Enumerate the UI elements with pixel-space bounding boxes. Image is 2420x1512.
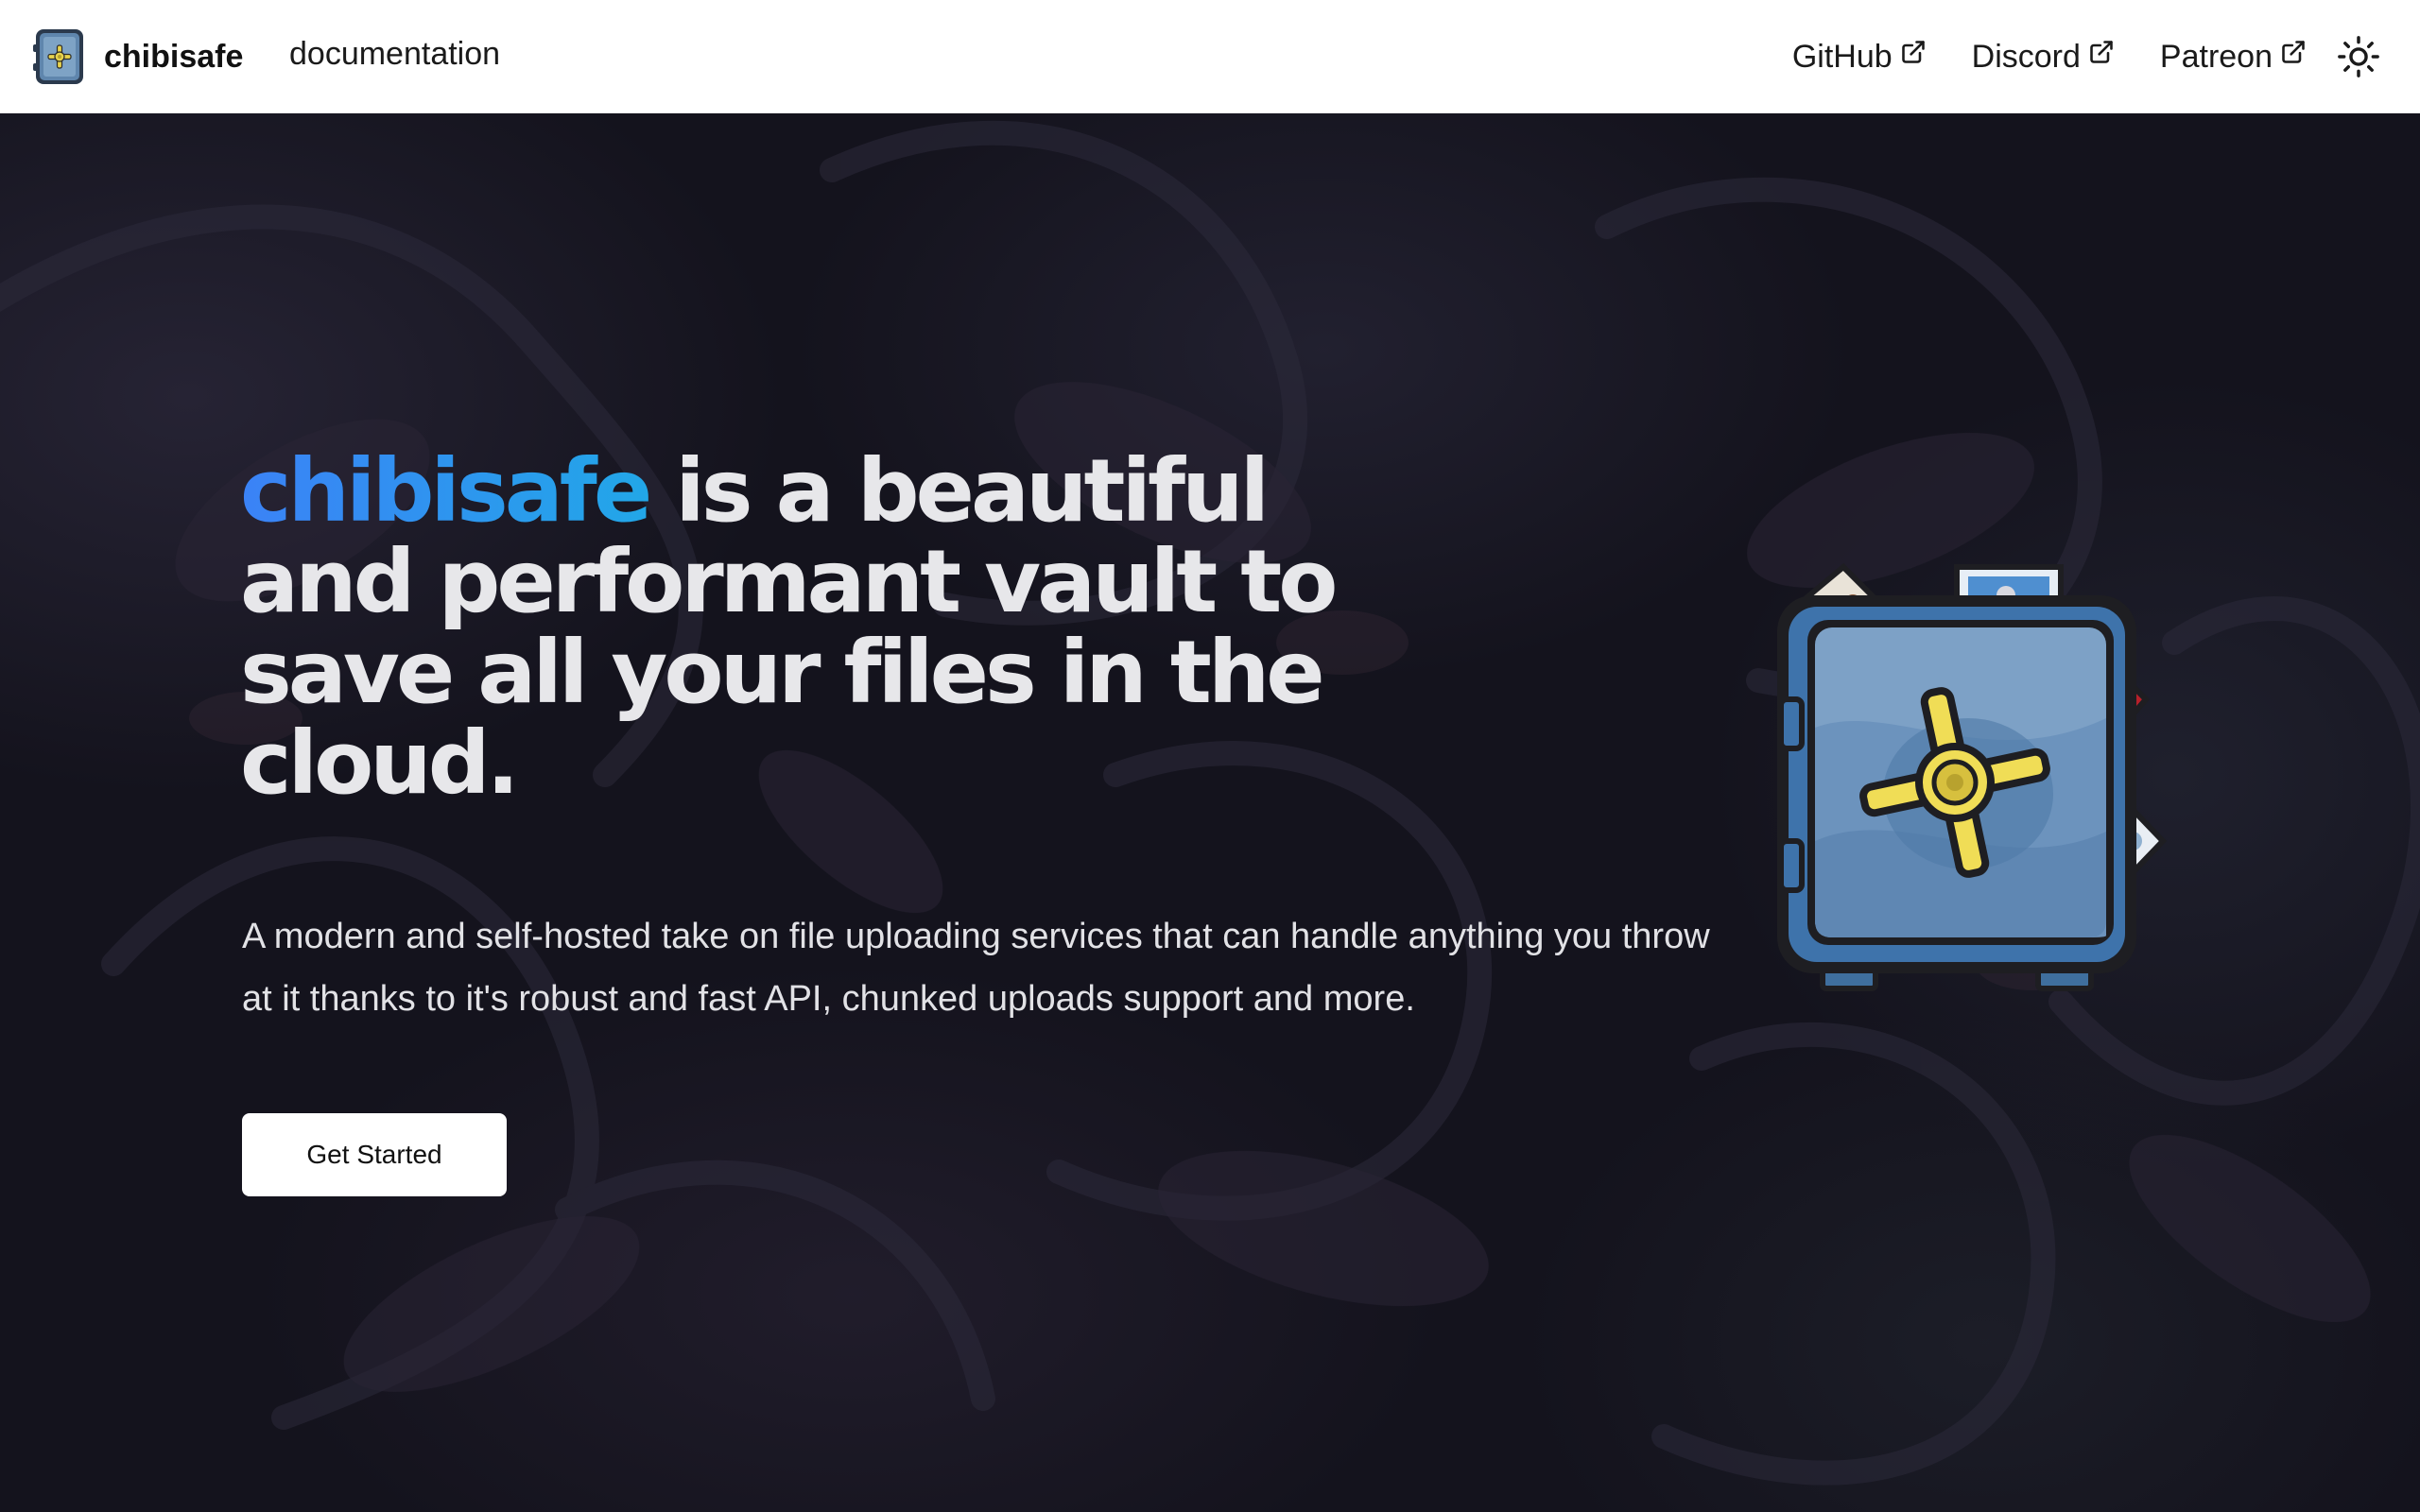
brand-name: chibisafe xyxy=(104,38,244,75)
headline-line2: and performant vault to xyxy=(240,531,1338,632)
external-nav: GitHub Discord Patreon xyxy=(1792,26,2382,87)
hero-headline: chibisafe is a beautiful and performant v… xyxy=(240,446,1564,809)
vault-icon xyxy=(1777,562,2168,991)
sun-icon xyxy=(2338,36,2379,77)
external-link-icon xyxy=(2282,41,2305,63)
external-link-icon xyxy=(2090,41,2113,63)
external-link-icon xyxy=(1901,41,1925,63)
patreon-link[interactable]: Patreon xyxy=(2160,39,2307,76)
github-link-label: GitHub xyxy=(1791,38,1893,75)
discord-link[interactable]: Discord xyxy=(1972,39,2115,76)
brand-home-link[interactable]: chibisafe xyxy=(32,25,243,89)
discord-link-label: Discord xyxy=(1971,38,2081,75)
patreon-link-label: Patreon xyxy=(2159,38,2273,75)
github-link[interactable]: GitHub xyxy=(1792,39,1927,76)
headline-accent: chibisafe xyxy=(240,440,652,541)
headline-line1-rest: is a beautiful xyxy=(648,440,1270,541)
theme-toggle-button[interactable] xyxy=(2335,33,2382,80)
chibisafe-logo-icon xyxy=(33,29,83,84)
nav-documentation-link[interactable]: documentation xyxy=(289,36,500,73)
headline-line3: save all your files in the cloud. xyxy=(240,622,1325,814)
hero-description: A modern and self-hosted take on file up… xyxy=(242,917,1710,1019)
top-navbar: chibisafe documentation GitHub Discord P… xyxy=(0,0,2420,113)
hero-section: chibisafe is a beautiful and performant v… xyxy=(0,113,2420,1512)
get-started-button[interactable]: Get Started xyxy=(242,1113,507,1196)
